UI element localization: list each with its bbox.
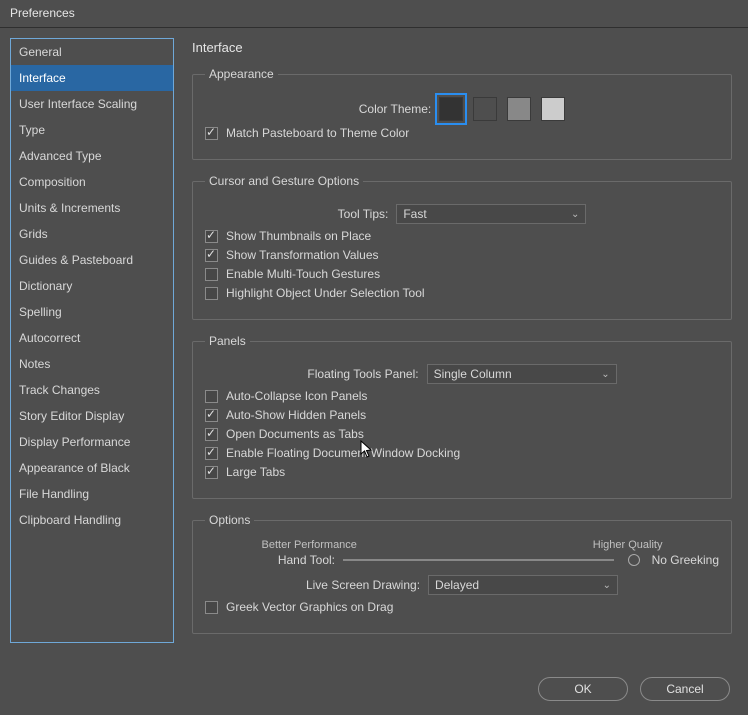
options-group: Options Better Performance Higher Qualit… — [192, 513, 732, 634]
sidebar-item-guides-pasteboard[interactable]: Guides & Pasteboard — [11, 247, 173, 273]
checkbox-icon — [205, 230, 218, 243]
titlebar: Preferences — [0, 0, 748, 28]
sidebar-item-file-handling[interactable]: File Handling — [11, 481, 173, 507]
sidebar-item-dictionary[interactable]: Dictionary — [11, 273, 173, 299]
match-pasteboard-checkbox[interactable]: Match Pasteboard to Theme Color — [205, 126, 719, 140]
cursor-group: Cursor and Gesture Options Tool Tips: Fa… — [192, 174, 732, 320]
multi-touch-checkbox[interactable]: Enable Multi-Touch Gestures — [205, 267, 719, 281]
color-theme-swatch-1[interactable] — [473, 97, 497, 121]
chevron-down-icon: ⌄ — [571, 209, 579, 220]
window-title: Preferences — [10, 6, 75, 20]
color-theme-row: Color Theme: — [205, 97, 719, 121]
floating-dock-checkbox[interactable]: Enable Floating Document Window Docking — [205, 446, 719, 460]
floating-tools-row: Floating Tools Panel: Single Column ⌄ — [205, 364, 719, 384]
sidebar-item-advanced-type[interactable]: Advanced Type — [11, 143, 173, 169]
sidebar-item-grids[interactable]: Grids — [11, 221, 173, 247]
panels-group: Panels Floating Tools Panel: Single Colu… — [192, 334, 732, 499]
preferences-sidebar: GeneralInterfaceUser Interface ScalingTy… — [10, 38, 174, 643]
sidebar-item-clipboard-handling[interactable]: Clipboard Handling — [11, 507, 173, 533]
checkbox-label: Show Transformation Values — [226, 248, 379, 262]
show-thumbnails-checkbox[interactable]: Show Thumbnails on Place — [205, 229, 719, 243]
checkbox-icon — [205, 409, 218, 422]
sidebar-item-appearance-of-black[interactable]: Appearance of Black — [11, 455, 173, 481]
page-title: Interface — [192, 40, 732, 55]
auto-show-checkbox[interactable]: Auto-Show Hidden Panels — [205, 408, 719, 422]
sidebar-item-display-performance[interactable]: Display Performance — [11, 429, 173, 455]
panels-legend: Panels — [205, 334, 250, 348]
checkbox-icon — [205, 249, 218, 262]
ok-button[interactable]: OK — [538, 677, 628, 701]
select-value: Single Column — [434, 367, 512, 381]
checkbox-icon — [205, 447, 218, 460]
checkbox-label: Enable Floating Document Window Docking — [226, 446, 460, 460]
auto-collapse-checkbox[interactable]: Auto-Collapse Icon Panels — [205, 389, 719, 403]
sidebar-item-spelling[interactable]: Spelling — [11, 299, 173, 325]
highlight-object-checkbox[interactable]: Highlight Object Under Selection Tool — [205, 286, 719, 300]
cancel-button[interactable]: Cancel — [640, 677, 730, 701]
sidebar-item-type[interactable]: Type — [11, 117, 173, 143]
preferences-main: Interface Appearance Color Theme: Match … — [192, 38, 738, 667]
checkbox-icon — [205, 390, 218, 403]
appearance-legend: Appearance — [205, 67, 278, 81]
live-screen-label: Live Screen Drawing: — [306, 578, 420, 592]
checkbox-label: Highlight Object Under Selection Tool — [226, 286, 425, 300]
options-legend: Options — [205, 513, 254, 527]
open-tabs-checkbox[interactable]: Open Documents as Tabs — [205, 427, 719, 441]
floating-tools-select[interactable]: Single Column ⌄ — [427, 364, 617, 384]
greek-vector-checkbox[interactable]: Greek Vector Graphics on Drag — [205, 600, 719, 614]
color-theme-label: Color Theme: — [359, 102, 431, 116]
checkbox-label: Show Thumbnails on Place — [226, 229, 371, 243]
better-performance-label: Better Performance — [262, 539, 357, 551]
checkbox-icon — [205, 601, 218, 614]
tool-tips-row: Tool Tips: Fast ⌄ — [205, 204, 719, 224]
sidebar-item-user-interface-scaling[interactable]: User Interface Scaling — [11, 91, 173, 117]
sidebar-item-track-changes[interactable]: Track Changes — [11, 377, 173, 403]
checkbox-label: Open Documents as Tabs — [226, 427, 364, 441]
hand-tool-slider[interactable] — [343, 559, 614, 561]
checkbox-icon — [205, 268, 218, 281]
cursor-legend: Cursor and Gesture Options — [205, 174, 363, 188]
checkbox-label: Greek Vector Graphics on Drag — [226, 600, 393, 614]
sidebar-item-interface[interactable]: Interface — [11, 65, 173, 91]
color-theme-swatch-2[interactable] — [507, 97, 531, 121]
sidebar-item-composition[interactable]: Composition — [11, 169, 173, 195]
tool-tips-select[interactable]: Fast ⌄ — [396, 204, 586, 224]
live-screen-select[interactable]: Delayed ⌄ — [428, 575, 618, 595]
show-transformation-checkbox[interactable]: Show Transformation Values — [205, 248, 719, 262]
sidebar-item-notes[interactable]: Notes — [11, 351, 173, 377]
checkbox-label: Auto-Collapse Icon Panels — [226, 389, 367, 403]
checkbox-icon — [205, 428, 218, 441]
dialog-buttons: OK Cancel — [0, 667, 748, 715]
higher-quality-label: Higher Quality — [593, 539, 663, 551]
color-theme-swatch-3[interactable] — [541, 97, 565, 121]
preferences-window: Preferences GeneralInterfaceUser Interfa… — [0, 0, 748, 715]
sidebar-item-general[interactable]: General — [11, 39, 173, 65]
checkbox-label: Enable Multi-Touch Gestures — [226, 267, 380, 281]
no-greeking-radio[interactable] — [628, 554, 640, 566]
checkbox-label: Auto-Show Hidden Panels — [226, 408, 366, 422]
select-value: Delayed — [435, 578, 479, 592]
live-screen-row: Live Screen Drawing: Delayed ⌄ — [205, 575, 719, 595]
chevron-down-icon: ⌄ — [603, 580, 611, 591]
hand-tool-label: Hand Tool: — [205, 553, 335, 567]
sidebar-item-autocorrect[interactable]: Autocorrect — [11, 325, 173, 351]
no-greeking-label: No Greeking — [652, 553, 719, 567]
large-tabs-checkbox[interactable]: Large Tabs — [205, 465, 719, 479]
select-value: Fast — [403, 207, 426, 221]
checkbox-label: Large Tabs — [226, 465, 285, 479]
checkbox-icon — [205, 287, 218, 300]
color-theme-swatches — [439, 97, 565, 121]
sidebar-item-story-editor-display[interactable]: Story Editor Display — [11, 403, 173, 429]
dialog-body: GeneralInterfaceUser Interface ScalingTy… — [0, 28, 748, 667]
color-theme-swatch-0[interactable] — [439, 97, 463, 121]
chevron-down-icon: ⌄ — [601, 369, 609, 380]
appearance-group: Appearance Color Theme: Match Pasteboard… — [192, 67, 732, 160]
tool-tips-label: Tool Tips: — [338, 207, 389, 221]
floating-tools-label: Floating Tools Panel: — [307, 367, 418, 381]
hand-tool-slider-area: Better Performance Higher Quality Hand T… — [205, 539, 719, 567]
checkbox-icon — [205, 127, 218, 140]
checkbox-label: Match Pasteboard to Theme Color — [226, 126, 409, 140]
checkbox-icon — [205, 466, 218, 479]
sidebar-item-units-increments[interactable]: Units & Increments — [11, 195, 173, 221]
